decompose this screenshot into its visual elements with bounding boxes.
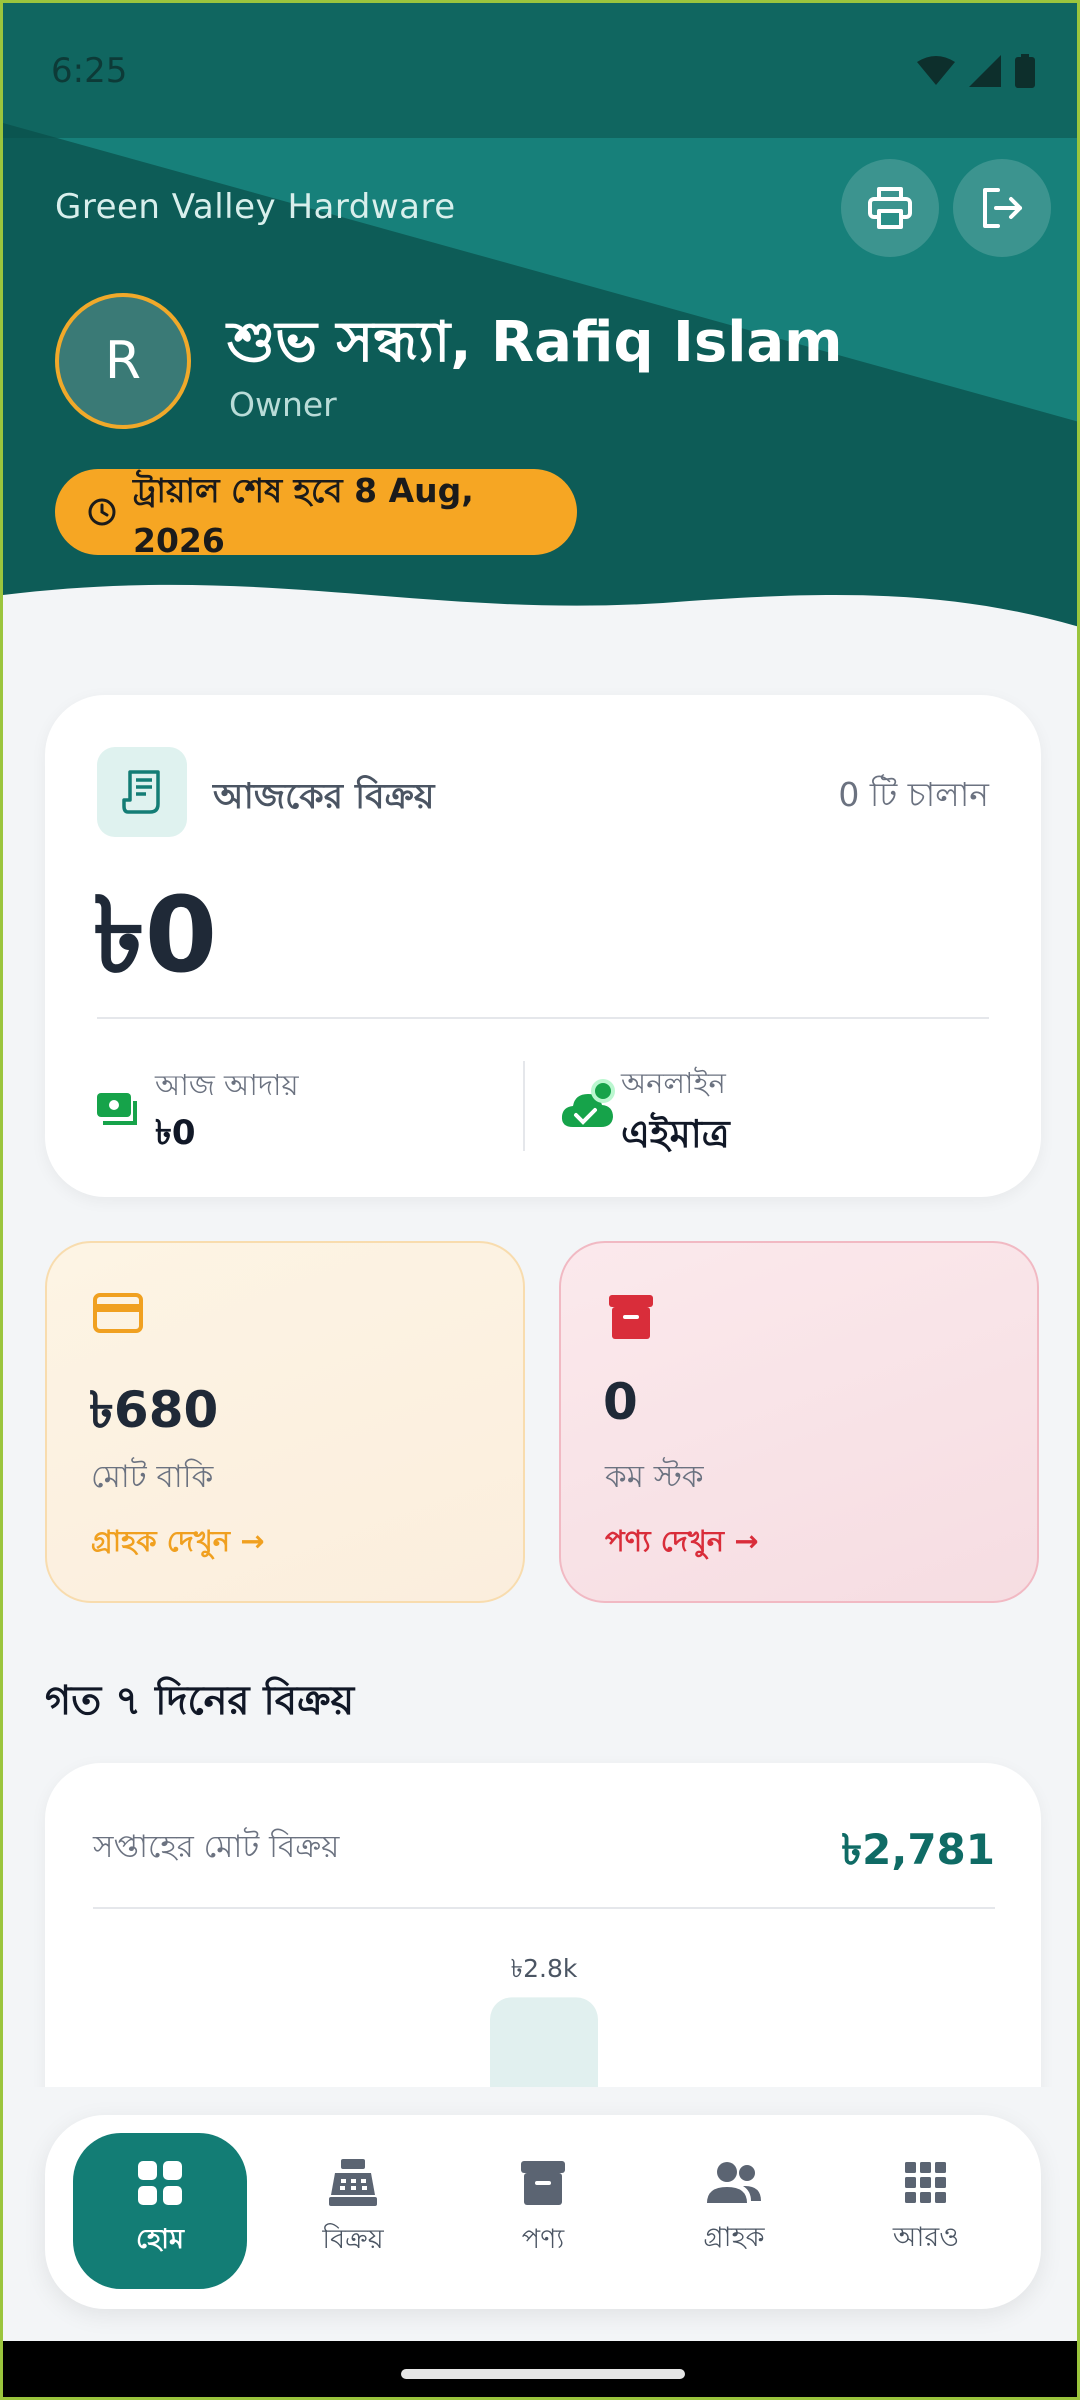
weekly-divider	[93, 1907, 995, 1909]
low-stock-value: 0	[603, 1373, 638, 1431]
trial-text: ট্রায়াল শেষ হবে 8 Aug, 2026	[132, 470, 474, 560]
today-sales-amount: ৳0	[93, 874, 218, 996]
view-products-label: পণ্য দেখুন	[605, 1524, 725, 1558]
low-stock-card[interactable]: 0 কম স্টক পণ্য দেখুন →	[559, 1241, 1039, 1603]
logout-icon	[983, 188, 1022, 228]
bar-value-label: ৳2.8k	[511, 1954, 578, 1983]
battery-icon	[1015, 53, 1035, 88]
greeting-text: শুভ সন্ধ্যা, Rafiq Islam	[227, 310, 843, 375]
nav-home-label: হোম	[136, 2223, 184, 2255]
archive-icon	[609, 1295, 653, 1339]
nav-more[interactable]: আরও	[839, 2133, 1013, 2289]
status-icons	[917, 53, 1035, 88]
trial-badge[interactable]: ট্রায়াল শেষ হবে 8 Aug, 2026	[55, 469, 577, 560]
nav-more-label: আরও	[892, 2221, 960, 2253]
user-role: Owner	[229, 385, 337, 424]
credit-card-icon	[93, 1293, 143, 1333]
archive-box-icon	[521, 2160, 565, 2205]
vertical-divider	[523, 1061, 525, 1151]
store-name: Green Valley Hardware	[55, 187, 456, 227]
avatar[interactable]: R	[55, 293, 191, 429]
weekly-total-label: সপ্তাহের মোট বিক্রয়	[93, 1829, 340, 1865]
weekly-total-value: ৳2,781	[841, 1825, 995, 1874]
nav-sales[interactable]: বিক্রয়	[266, 2133, 440, 2289]
nav-products[interactable]: পণ্য	[456, 2133, 630, 2289]
nav-home[interactable]: হোম	[73, 2133, 247, 2289]
weekly-section-title: গত ৭ দিনের বিক্রয়	[45, 1678, 355, 1724]
nav-customers[interactable]: গ্রাহক	[647, 2133, 821, 2289]
print-button[interactable]	[841, 159, 939, 257]
collected-label: আজ আদায়	[155, 1068, 299, 1102]
total-due-card[interactable]: ৳680 মোট বাকি গ্রাহক দেখুন →	[45, 1241, 525, 1603]
nav-customers-label: গ্রাহক	[703, 2221, 765, 2253]
online-label: অনলাইন	[621, 1066, 726, 1100]
app-screen: 6:25 Green Valley Hardware R শুভ সন্ধ্যা…	[0, 0, 1080, 2400]
bottom-navigation: হোম বিক্রয় পণ্য গ্রাহক আরও	[45, 2115, 1041, 2309]
low-stock-label: কম স্টক	[605, 1459, 704, 1495]
nav-products-label: পণ্য	[521, 2223, 565, 2255]
total-due-label: মোট বাকি	[91, 1459, 214, 1495]
collected-value: ৳0	[155, 1113, 196, 1153]
invoice-count: 0 টি চালান	[838, 775, 989, 814]
today-sales-title: আজকের বিক্রয়	[213, 777, 435, 817]
wifi-icon	[917, 55, 955, 85]
arrow-right-icon: →	[734, 1524, 759, 1558]
status-bar: 6:25	[3, 3, 1077, 138]
status-time: 6:25	[51, 50, 128, 91]
receipt-icon-box	[97, 747, 187, 837]
receipt-icon	[122, 770, 160, 814]
gesture-handle[interactable]	[401, 2369, 685, 2379]
today-sales-card[interactable]: আজকের বিক্রয় 0 টি চালান ৳0 আজ আদায় ৳0 …	[45, 695, 1041, 1197]
nav-sales-label: বিক্রয়	[322, 2223, 384, 2255]
people-icon	[707, 2161, 761, 2203]
clock-icon	[88, 498, 116, 526]
apps-grid-icon	[905, 2161, 946, 2203]
signal-icon	[969, 54, 1001, 87]
cash-register-icon	[329, 2158, 377, 2206]
cash-icon	[97, 1093, 137, 1125]
card-divider	[97, 1017, 989, 1019]
view-products-link[interactable]: পণ্য দেখুন →	[605, 1519, 759, 1568]
logout-button[interactable]	[953, 159, 1051, 257]
view-customers-label: গ্রাহক দেখুন	[91, 1524, 231, 1558]
cloud-check-icon	[561, 1079, 615, 1127]
view-customers-link[interactable]: গ্রাহক দেখুন →	[91, 1519, 265, 1568]
dashboard-icon	[138, 2160, 182, 2205]
arrow-right-icon: →	[240, 1524, 265, 1558]
online-status: এইমাত্র	[621, 1112, 730, 1156]
printer-icon	[868, 187, 912, 229]
total-due-value: ৳680	[89, 1381, 219, 1439]
